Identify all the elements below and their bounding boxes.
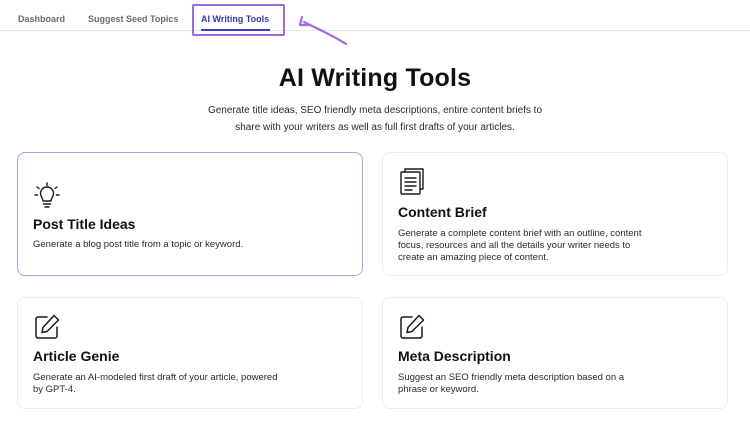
card-description-line: Generate a blog post title from a topic … <box>33 239 244 250</box>
card-description-line: focus, resources and all the details you… <box>398 240 631 251</box>
card-title: Content Brief <box>398 204 487 220</box>
card-article-genie[interactable]: Article Genie Generate an AI-modeled fir… <box>17 297 363 409</box>
tab-dashboard[interactable]: Dashboard <box>18 14 65 24</box>
subtitle-line-2: share with your writers as well as full … <box>235 122 515 133</box>
document-icon <box>400 168 424 195</box>
card-description: Generate an AI-modeled first draft of yo… <box>33 372 333 396</box>
edit-icon <box>400 314 425 339</box>
card-description: Suggest an SEO friendly meta description… <box>398 372 698 396</box>
card-meta-description[interactable]: Meta Description Suggest an SEO friendly… <box>382 297 728 409</box>
page-title: AI Writing Tools <box>278 64 472 92</box>
subtitle-line-1: Generate title ideas, SEO friendly meta … <box>207 105 543 116</box>
card-description-line: phrase or keyword. <box>398 384 479 395</box>
card-description-line: create an amazing piece of content. <box>398 252 549 263</box>
card-description-line: Generate a complete content brief with a… <box>398 228 642 239</box>
tab-suggest-seed-topics[interactable]: Suggest Seed Topics <box>88 14 178 24</box>
edit-icon <box>35 314 60 339</box>
card-description: Generate a complete content brief with a… <box>398 228 698 264</box>
page: Dashboard Suggest Seed Topics AI Writing… <box>0 0 750 435</box>
card-description-line: Suggest an SEO friendly meta description… <box>398 372 625 383</box>
card-post-title-ideas[interactable]: Post Title Ideas Generate a blog post ti… <box>17 152 363 276</box>
callout-arrow-icon <box>298 15 348 46</box>
card-description-line: by GPT-4. <box>33 384 76 395</box>
card-description: Generate a blog post title from a topic … <box>33 239 333 251</box>
card-title: Post Title Ideas <box>33 216 136 232</box>
tab-bar: Dashboard Suggest Seed Topics AI Writing… <box>0 0 750 31</box>
card-title: Meta Description <box>398 348 511 364</box>
card-description-line: Generate an AI-modeled first draft of yo… <box>33 372 278 383</box>
page-subtitle: Generate title ideas, SEO friendly meta … <box>170 102 580 136</box>
callout-highlight-box <box>192 4 285 36</box>
lightbulb-icon <box>34 182 60 208</box>
card-title: Article Genie <box>33 348 120 364</box>
card-content-brief[interactable]: Content Brief Generate a complete conten… <box>382 152 728 276</box>
